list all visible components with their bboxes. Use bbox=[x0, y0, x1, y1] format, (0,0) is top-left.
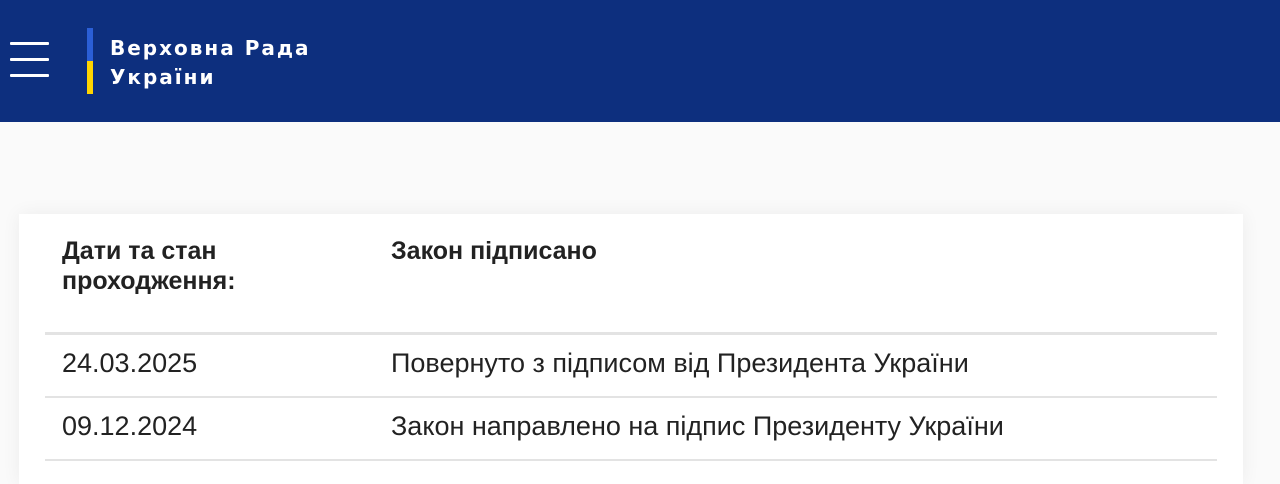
menu-line bbox=[10, 58, 49, 61]
logo-flag-yellow bbox=[87, 61, 93, 94]
bill-status-card: Дати та стан проходження: Закон підписан… bbox=[19, 214, 1243, 484]
site-logo[interactable]: Верховна Рада України bbox=[87, 28, 327, 94]
logo-title-line1: Верховна Рада bbox=[110, 36, 311, 60]
status-label: Дати та стан проходження: bbox=[62, 237, 236, 295]
logo-title-line2: України bbox=[110, 65, 216, 89]
site-header: Верховна Рада України bbox=[0, 0, 1280, 122]
row-date: 09.12.2024 bbox=[62, 411, 198, 441]
row-date: 24.03.2025 bbox=[62, 348, 198, 378]
row-event: Закон направлено на підпис Президенту Ук… bbox=[391, 411, 1004, 441]
hamburger-menu-icon[interactable] bbox=[10, 42, 49, 78]
table-row: 09.12.2024 Закон направлено на підпис Пр… bbox=[45, 398, 1217, 461]
menu-line bbox=[10, 74, 49, 77]
row-event: Повернуто з підписом від Президента Укра… bbox=[391, 348, 969, 378]
menu-line bbox=[10, 42, 49, 45]
logo-flag-blue bbox=[87, 28, 93, 61]
status-value: Закон підписано bbox=[391, 237, 597, 265]
table-row: 24.03.2025 Повернуто з підписом від През… bbox=[45, 335, 1217, 398]
status-table-header: Дати та стан проходження: Закон підписан… bbox=[45, 214, 1217, 335]
